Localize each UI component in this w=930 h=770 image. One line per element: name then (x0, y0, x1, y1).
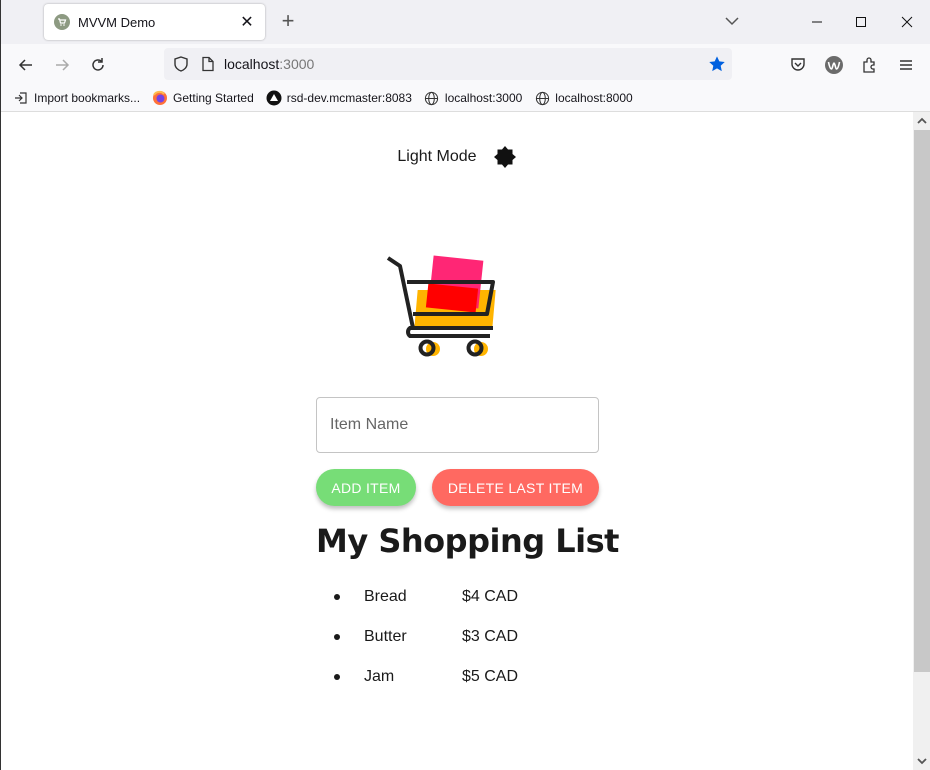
cart-favicon-icon (54, 14, 70, 30)
back-button[interactable] (13, 52, 39, 78)
add-item-button[interactable]: ADD ITEM (316, 469, 416, 506)
chevron-down-icon (725, 17, 739, 26)
globe-icon (534, 90, 550, 106)
list-all-tabs-button[interactable] (723, 12, 741, 30)
bookmarks-toolbar: Import bookmarks... Getting Started rsd-… (1, 85, 930, 112)
delete-last-item-button[interactable]: DELETE LAST ITEM (432, 469, 599, 506)
item-price: $4 CAD (462, 588, 519, 605)
pocket-button[interactable] (785, 52, 811, 78)
shield-icon[interactable] (172, 55, 190, 73)
item-name-input[interactable] (316, 397, 599, 453)
tab-title: MVVM Demo (78, 14, 156, 30)
forward-button[interactable] (49, 52, 75, 78)
minimize-icon (812, 21, 822, 23)
item-name: Butter (364, 628, 407, 645)
reload-button[interactable] (85, 52, 111, 78)
minimize-button[interactable] (803, 8, 831, 36)
mode-label: Light Mode (397, 148, 477, 165)
new-tab-button[interactable]: + (277, 10, 299, 32)
w-extension-icon (825, 56, 843, 74)
chevron-down-icon (917, 758, 927, 765)
bullet-icon (334, 594, 340, 600)
tab-mvvm-demo[interactable]: MVVM Demo ✕ (44, 4, 265, 40)
puzzle-icon (863, 57, 875, 73)
firefox-icon (152, 90, 168, 106)
list-item: Jam $5 CAD (331, 657, 518, 697)
list-item: Bread $4 CAD (331, 577, 518, 617)
tab-strip: MVVM Demo ✕ + (1, 0, 930, 44)
close-window-button[interactable] (893, 8, 921, 36)
page-icon (200, 56, 216, 72)
triangle-logo-icon (266, 90, 282, 106)
pocket-icon (791, 58, 805, 71)
url-text[interactable]: localhost:3000 (224, 56, 314, 72)
close-icon (901, 16, 913, 28)
shopping-list: Bread $4 CAD Butter $3 CAD Jam $5 CAD (331, 577, 518, 697)
brightness-icon[interactable] (493, 145, 517, 169)
bookmark-localhost-3000[interactable]: localhost:3000 (424, 90, 522, 106)
vertical-scrollbar[interactable] (913, 112, 930, 770)
item-price: $5 CAD (462, 668, 519, 685)
menu-button[interactable] (893, 52, 919, 78)
bullet-icon (334, 634, 340, 640)
theme-toggle-row: Light Mode (1, 145, 913, 169)
bookmark-getting-started[interactable]: Getting Started (152, 90, 254, 106)
chevron-up-icon (917, 117, 927, 124)
scrollbar-thumb[interactable] (914, 130, 930, 672)
page-content: Light Mode ADD (1, 112, 913, 770)
globe-icon (424, 90, 440, 106)
scroll-down-button[interactable] (913, 752, 930, 770)
reload-icon (92, 58, 104, 71)
bullet-icon (334, 674, 340, 680)
url-bar[interactable]: localhost:3000 (164, 48, 732, 80)
shopping-cart-logo (385, 252, 503, 362)
item-name: Bread (364, 588, 407, 605)
bookmark-import[interactable]: Import bookmarks... (13, 90, 140, 106)
import-icon (13, 90, 29, 106)
extensions-button[interactable] (857, 52, 883, 78)
maximize-button[interactable] (847, 8, 875, 36)
extension-w-button[interactable] (821, 52, 847, 78)
bookmark-localhost-8000[interactable]: localhost:8000 (534, 90, 633, 106)
maximize-icon (856, 17, 866, 27)
browser-window: MVVM Demo ✕ + localhost:3000 Import book… (0, 0, 930, 770)
close-tab-icon[interactable]: ✕ (235, 12, 259, 32)
shopping-list-title: My Shopping List (316, 522, 619, 560)
arrow-right-icon (56, 59, 70, 71)
hamburger-menu-icon (900, 60, 912, 70)
arrow-left-icon (18, 59, 32, 71)
nav-bar: localhost:3000 (1, 44, 930, 85)
item-name: Jam (364, 668, 395, 685)
scroll-up-button[interactable] (913, 112, 930, 130)
list-item: Butter $3 CAD (331, 617, 518, 657)
bookmark-rsd-dev[interactable]: rsd-dev.mcmaster:8083 (266, 90, 412, 106)
bookmark-star-icon[interactable] (708, 55, 726, 73)
item-price: $3 CAD (462, 628, 519, 645)
